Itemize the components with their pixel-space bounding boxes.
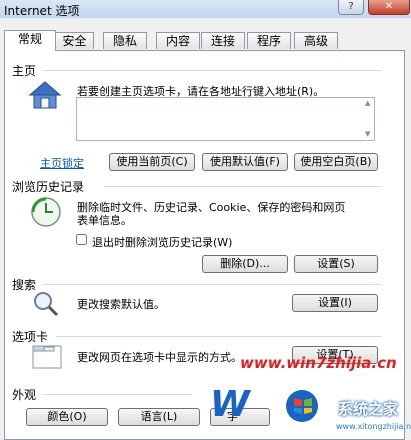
delete-on-exit-label: 退出时删除浏览历史记录(W): [92, 236, 233, 249]
history-description-line2: 表单信息。: [77, 214, 132, 227]
tabs-window-icon: [32, 345, 62, 369]
use-current-page-button[interactable]: 使用当前页(C): [109, 153, 195, 171]
window-title: Internet 选项: [4, 4, 80, 18]
title-bar: Internet 选项 ? ✕: [0, 0, 411, 18]
tab-general[interactable]: 常规: [4, 30, 56, 51]
tab-connections[interactable]: 连接: [201, 32, 245, 49]
use-blank-button[interactable]: 使用空白页(B): [294, 153, 378, 171]
tabs-settings-button[interactable]: 设置(T): [292, 346, 378, 364]
close-button[interactable]: ✕: [368, 0, 410, 15]
search-divider: [42, 284, 382, 285]
scroll-down-arrow-icon[interactable]: ▼: [365, 130, 373, 138]
languages-button[interactable]: 语言(L): [118, 408, 200, 426]
homepage-lock-link[interactable]: 主页锁定: [40, 155, 84, 171]
house-icon: [28, 81, 62, 109]
tab-security[interactable]: 安全: [55, 32, 94, 49]
fonts-button[interactable]: 字: [210, 408, 270, 426]
history-settings-button[interactable]: 设置(S): [294, 255, 378, 273]
colors-button[interactable]: 颜色(O): [26, 408, 108, 426]
appearance-section-title: 外观: [12, 388, 37, 402]
homepage-address-field[interactable]: [76, 97, 375, 141]
close-icon: ✕: [384, 1, 394, 12]
help-button[interactable]: ?: [338, 0, 364, 15]
delete-history-button[interactable]: 删除(D)...: [202, 255, 288, 273]
tabs-description: 更改网页在选项卡中显示的方式。: [77, 351, 242, 364]
use-default-button[interactable]: 使用默认值(F): [202, 153, 288, 171]
history-clock-icon: [31, 197, 61, 227]
tab-privacy[interactable]: 隐私: [103, 32, 147, 49]
tab-content[interactable]: 内容: [156, 32, 200, 49]
homepage-divider: [42, 70, 382, 71]
scroll-up-arrow-icon[interactable]: ▲: [365, 99, 373, 107]
history-divider: [104, 186, 382, 187]
tabs-divider: [56, 336, 382, 337]
homepage-section-title: 主页: [12, 64, 37, 78]
magnifier-icon: [34, 292, 59, 317]
search-description: 更改搜索默认值。: [77, 298, 165, 311]
delete-on-exit-checkbox[interactable]: [76, 234, 87, 245]
appearance-divider: [42, 394, 192, 395]
search-settings-button[interactable]: 设置(I): [292, 294, 378, 312]
tab-advanced[interactable]: 高级: [294, 32, 338, 49]
history-section-title: 浏览历史记录: [12, 180, 85, 194]
tab-programs[interactable]: 程序: [247, 32, 291, 49]
help-icon: ?: [348, 1, 354, 12]
